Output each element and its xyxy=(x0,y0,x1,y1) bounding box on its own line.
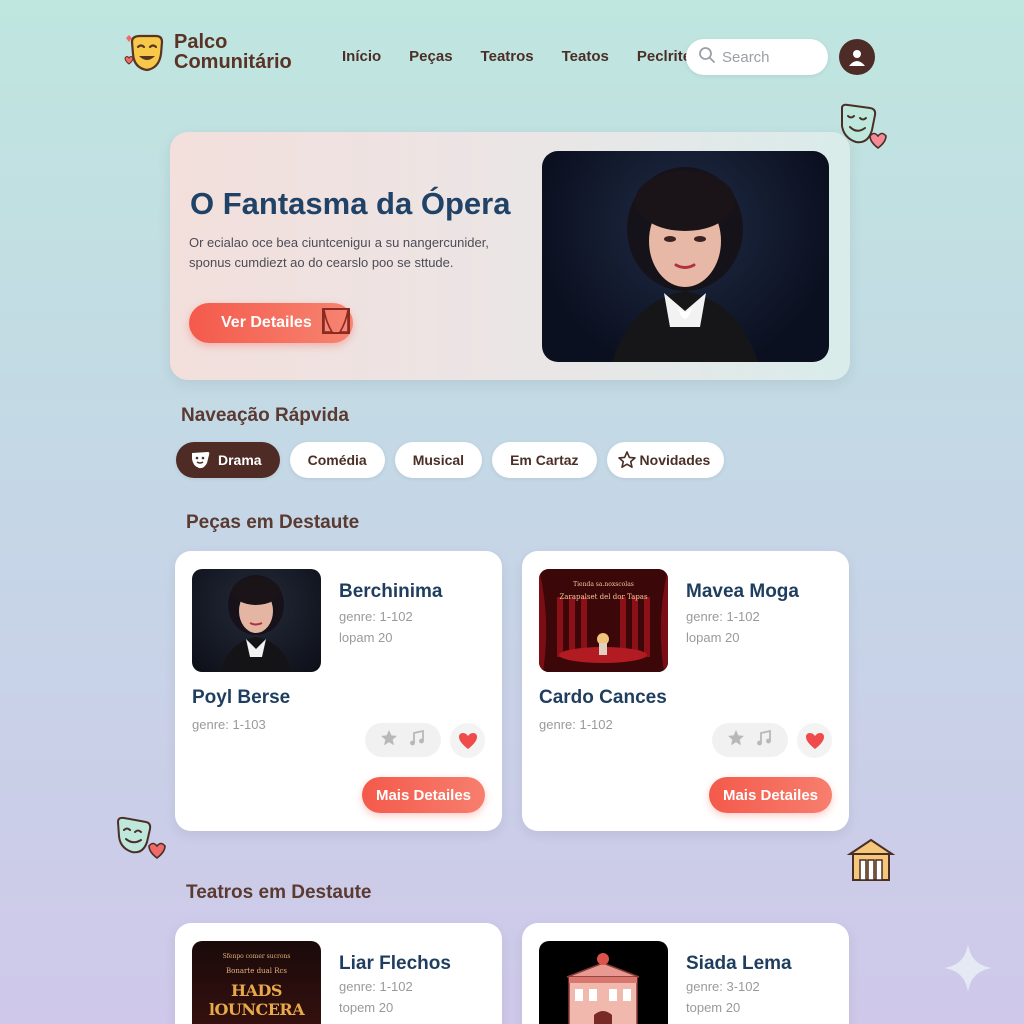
play-card[interactable]: Berchinima genre: 1-102 lopam 20 Poyl Be… xyxy=(175,551,502,831)
play-card-title: Mavea Moga xyxy=(686,581,799,602)
poster-sub-text: Bonarte dual Rcs xyxy=(226,967,287,975)
user-avatar-icon[interactable] xyxy=(839,39,875,75)
chip-novidades-label: Novidades xyxy=(639,452,711,468)
theater-card-genre: genre: 1-102 xyxy=(339,979,413,994)
music-note-icon[interactable] xyxy=(407,728,427,753)
brand-logo[interactable]: Palco Comunitário xyxy=(122,28,292,76)
sparkle-decoration-icon xyxy=(942,942,994,999)
play-card-extra: lopam 20 xyxy=(339,630,393,645)
play-card-genre: genre: 1-102 xyxy=(686,609,760,624)
search-box[interactable] xyxy=(686,39,828,75)
chip-em-cartaz[interactable]: Em Cartaz xyxy=(492,442,597,478)
chip-comedia-label: Comédia xyxy=(307,452,367,468)
theater-thumbnail-image: Sfenpo comer sucrons Bonarte dual Rcs HA… xyxy=(192,941,321,1024)
play-thumbnail-image xyxy=(192,569,321,672)
hero-portrait-image xyxy=(542,151,829,362)
theater-building-decoration-icon xyxy=(846,836,896,891)
play-card-extra: lopam 20 xyxy=(686,630,740,645)
hero-title: O Fantasma da Ópera xyxy=(190,186,511,221)
search-icon xyxy=(698,46,716,69)
play-card-subtitle: Poyl Berse xyxy=(192,687,291,708)
hero-details-button[interactable]: Ver Detailes xyxy=(189,303,353,343)
theater-card-title: Siada Lema xyxy=(686,953,792,974)
play-card-subtitle: Cardo Cances xyxy=(539,687,667,708)
chip-drama[interactable]: Drama xyxy=(176,442,280,478)
star-icon[interactable] xyxy=(726,728,746,753)
rating-music-pill[interactable] xyxy=(365,723,441,757)
drama-mask-icon xyxy=(190,450,212,470)
quick-nav-chips: Drama Comédia Musical Em Cartaz Novidade… xyxy=(176,442,734,478)
chip-musical[interactable]: Musical xyxy=(394,442,483,478)
more-details-button[interactable]: Mais Detailes xyxy=(362,777,485,813)
star-icon xyxy=(617,450,637,470)
chip-drama-label: Drama xyxy=(218,452,262,468)
play-card-subgenre: genre: 1-103 xyxy=(192,717,266,732)
favorite-heart-icon[interactable] xyxy=(450,723,485,758)
rating-music-pill[interactable] xyxy=(712,723,788,757)
mask-heart-decoration-icon xyxy=(114,814,174,869)
theater-card-title: Liar Flechos xyxy=(339,953,451,974)
featured-plays-title: Peças em Destaute xyxy=(186,512,360,533)
hero-details-label: Ver Detailes xyxy=(221,314,312,331)
featured-theaters-title: Teatros em Destaute xyxy=(186,882,372,903)
poster-sub-text: Zarapalset del dor Tapas xyxy=(559,593,648,601)
nav-item-pecas[interactable]: Peças xyxy=(409,48,452,65)
search-input[interactable] xyxy=(722,48,818,66)
quick-nav-title: Naveação Rápvida xyxy=(181,405,349,426)
music-note-icon[interactable] xyxy=(754,728,774,753)
play-card[interactable]: Tienda sa.noxscolas Zarapalset del dor T… xyxy=(522,551,849,831)
hero-banner: O Fantasma da Ópera Or ecialao oce bea c… xyxy=(170,132,850,380)
nav-item-teatos[interactable]: Teatos xyxy=(562,48,609,65)
hero-description: Or ecialao oce bea ciuntceniguı a su nan… xyxy=(189,235,489,270)
nav-item-peclrite[interactable]: Peclrite xyxy=(637,48,691,65)
theater-mask-icon xyxy=(122,28,170,76)
theater-curtain-icon xyxy=(321,307,350,339)
theater-card[interactable]: Siada Lema genre: 3-102 topem 20 xyxy=(522,923,849,1024)
star-icon[interactable] xyxy=(379,728,399,753)
nav-item-teatros[interactable]: Teatros xyxy=(481,48,534,65)
more-details-button[interactable]: Mais Detailes xyxy=(709,777,832,813)
main-nav: Início Peças Teatros Teatos Peclrite xyxy=(342,48,719,65)
play-card-genre: genre: 1-102 xyxy=(339,609,413,624)
nav-item-inicio[interactable]: Início xyxy=(342,48,381,65)
chip-comedia[interactable]: Comédia xyxy=(289,442,385,478)
theater-card[interactable]: Sfenpo comer sucrons Bonarte dual Rcs HA… xyxy=(175,923,502,1024)
play-card-title: Berchinima xyxy=(339,581,443,602)
theater-thumbnail-image xyxy=(539,941,668,1024)
brand-line1: Palco xyxy=(174,31,228,53)
poster-top-text: Tienda sa.noxscolas xyxy=(573,581,634,588)
play-thumbnail-image: Tienda sa.noxscolas Zarapalset del dor T… xyxy=(539,569,668,672)
brand-name: Palco Comunitário xyxy=(174,32,292,72)
chip-em-cartaz-label: Em Cartaz xyxy=(510,452,579,468)
theater-card-extra: topem 20 xyxy=(686,1000,741,1015)
theater-card-genre: genre: 3-102 xyxy=(686,979,760,994)
favorite-heart-icon[interactable] xyxy=(797,723,832,758)
brand-line2: Comunitário xyxy=(174,51,292,73)
theater-card-extra: topem 20 xyxy=(339,1000,394,1015)
chip-musical-label: Musical xyxy=(412,452,465,468)
poster-top-text: Sfenpo comer sucrons xyxy=(222,953,291,960)
poster-main-text: HADS lOUNCERA xyxy=(208,981,305,1019)
play-card-subgenre: genre: 1-102 xyxy=(539,717,613,732)
chip-novidades[interactable]: Novidades xyxy=(606,442,725,478)
